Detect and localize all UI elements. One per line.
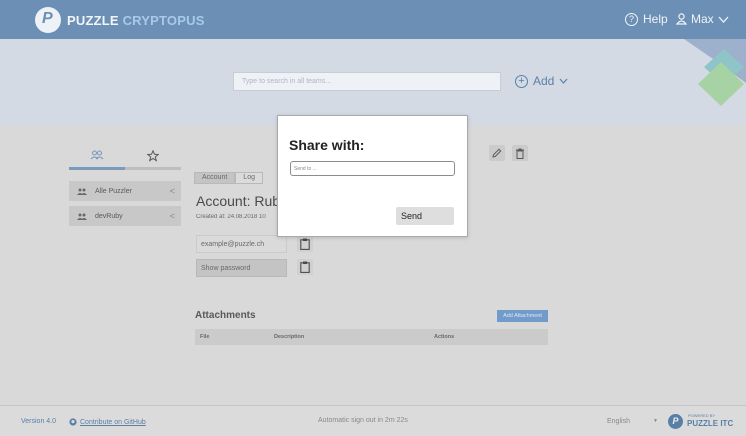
attachments-title: Attachments xyxy=(195,310,256,321)
account-title: Account: Rub xyxy=(196,193,278,209)
tab-favourites[interactable] xyxy=(125,149,181,164)
app-header: P PUZZLE CRYPTOPUS ? Help Max xyxy=(0,0,746,39)
edit-button[interactable] xyxy=(489,145,505,161)
chevron-left-icon: < xyxy=(169,186,175,196)
column-actions: Actions xyxy=(434,334,455,340)
tab-groups[interactable] xyxy=(69,150,125,164)
sidebar-item-alle-puzzler[interactable]: Alle Puzzler < xyxy=(69,181,181,201)
version-label: Version 4.0 xyxy=(21,418,57,425)
dialog-title: Share with: xyxy=(289,137,365,153)
language-select[interactable]: English ▼ xyxy=(607,418,658,425)
help-label: Help xyxy=(643,12,668,26)
send-to-input[interactable]: Send to ... xyxy=(290,161,455,176)
clipboard-icon xyxy=(300,238,310,250)
attachments-table-header: File Description Actions xyxy=(195,329,548,345)
language-value: English xyxy=(607,418,630,425)
delete-button[interactable] xyxy=(512,145,528,161)
chevron-left-icon: < xyxy=(169,211,175,221)
footer: Version 4.0 Contribute on GitHub Automat… xyxy=(0,405,746,436)
send-button[interactable]: Send xyxy=(396,207,454,225)
pencil-icon xyxy=(492,148,502,158)
sidebar-tabs xyxy=(69,149,181,172)
brand-title[interactable]: PUZZLE CRYPTOPUS xyxy=(67,13,205,28)
search-banner: Type to search in all teams... + Add xyxy=(0,39,746,125)
tab-account[interactable]: Account xyxy=(194,172,236,184)
share-dialog: Share with: Send to ... Send xyxy=(277,115,468,237)
github-link[interactable]: Contribute on GitHub xyxy=(69,418,146,426)
show-password-field[interactable]: Show password xyxy=(196,259,287,277)
user-menu-button[interactable]: Max xyxy=(676,12,729,26)
caret-down-icon: ▼ xyxy=(653,418,658,424)
tab-indicator xyxy=(69,167,181,170)
add-label: Add xyxy=(533,74,555,88)
column-description: Description xyxy=(274,334,305,340)
group-icon xyxy=(77,213,87,220)
column-file: File xyxy=(200,334,210,340)
plus-circle-icon: + xyxy=(515,74,528,88)
account-tabs: Account Log xyxy=(194,172,263,184)
chevron-down-icon xyxy=(718,16,729,23)
help-icon: ? xyxy=(625,12,638,26)
chevron-down-icon xyxy=(559,78,568,84)
help-button[interactable]: ? Help xyxy=(625,12,668,26)
clipboard-icon xyxy=(300,261,310,273)
sidebar-item-devruby[interactable]: devRuby < xyxy=(69,206,181,226)
powered-by-company: PUZZLE ITC xyxy=(687,419,734,428)
puzzle-logo-icon[interactable]: P xyxy=(35,7,61,33)
trash-icon xyxy=(516,148,524,159)
powered-by-label: POWERED BY xyxy=(688,413,716,418)
sidebar-item-label: Alle Puzzler xyxy=(95,187,132,195)
github-icon xyxy=(69,418,77,426)
user-icon xyxy=(676,13,687,25)
sidebar-item-label: devRuby xyxy=(95,212,123,220)
brand-name: PUZZLE xyxy=(67,13,119,28)
github-link-label: Contribute on GitHub xyxy=(80,418,146,426)
auto-signout-timer: Automatic sign out in 2m 22s xyxy=(318,417,408,424)
star-icon xyxy=(146,149,160,162)
username-field[interactable]: example@puzzle.ch xyxy=(196,235,287,253)
copy-password-button[interactable] xyxy=(297,259,313,275)
copy-username-button[interactable] xyxy=(297,236,313,252)
decorative-diamonds-icon xyxy=(684,39,746,106)
group-icon xyxy=(77,188,87,195)
created-at: Created at: 24.08.2018 10 xyxy=(196,214,266,220)
user-name: Max xyxy=(691,12,714,26)
tab-log[interactable]: Log xyxy=(235,172,263,184)
puzzle-itc-logo-icon: P xyxy=(668,414,683,429)
groups-icon xyxy=(90,150,104,160)
add-button[interactable]: + Add xyxy=(515,74,568,88)
search-input[interactable]: Type to search in all teams... xyxy=(233,72,501,91)
brand-product: CRYPTOPUS xyxy=(122,13,205,28)
add-attachment-button[interactable]: Add Attachment xyxy=(497,310,548,322)
